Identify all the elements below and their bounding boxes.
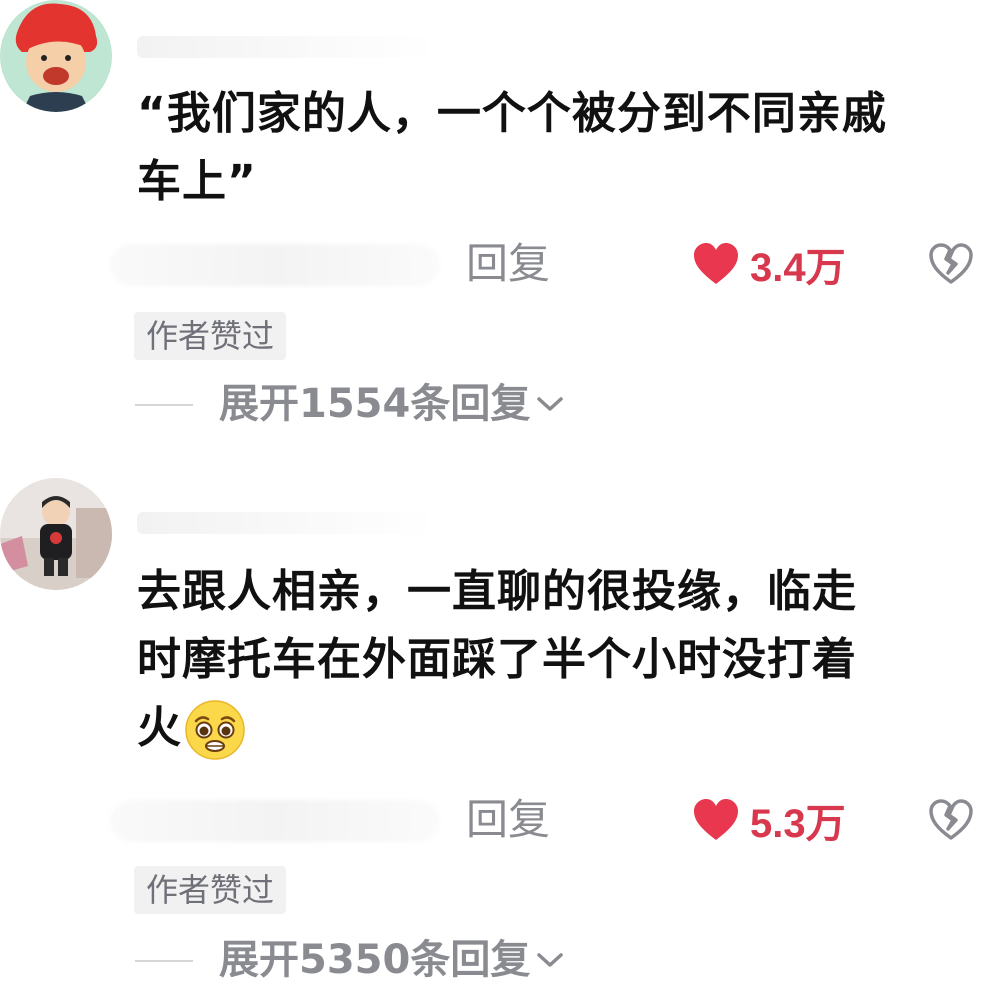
timestamp-redacted — [110, 244, 440, 286]
timestamp-redacted — [110, 800, 440, 842]
expand-replies-label: 展开5350条回复 — [219, 937, 531, 983]
broken-heart-icon[interactable] — [928, 798, 974, 842]
comment-text: “我们家的人，一个个被分到不同亲戚 车上” — [137, 80, 967, 216]
divider-line — [135, 404, 193, 406]
expand-replies-label: 展开1554条回复 — [219, 381, 531, 427]
like-count: 5.3万 — [750, 802, 846, 846]
heart-icon — [694, 243, 738, 284]
reply-button[interactable]: 回复 — [466, 236, 550, 292]
expand-replies-button[interactable]: 展开5350条回复 — [219, 930, 564, 990]
expand-replies-button[interactable]: 展开1554条回复 — [219, 374, 564, 434]
comment-meta-row: 回复 3.4万 — [0, 236, 992, 296]
chevron-down-icon — [537, 397, 564, 411]
broken-heart-icon[interactable] — [928, 242, 974, 286]
expand-replies[interactable]: 展开5350条回复 — [0, 930, 992, 990]
divider-line — [135, 960, 193, 962]
avatar[interactable] — [0, 0, 112, 112]
username-redacted[interactable] — [137, 36, 437, 58]
author-liked-badge: 作者赞过 — [134, 312, 287, 360]
chevron-down-icon — [537, 953, 564, 967]
comment-text-line: “我们家的人，一个个被分到不同亲戚 — [137, 88, 887, 139]
comment-meta-row: 回复 5.3万 — [0, 792, 992, 852]
author-liked-badge: 作者赞过 — [134, 866, 287, 914]
comment-text-line: 火 — [137, 694, 967, 762]
comment-text: 去跟人相亲，一直聊的很投缘，临走 时摩托车在外面踩了半个小时没打着 火 — [137, 558, 967, 762]
comment-text-line: 时摩托车在外面踩了半个小时没打着 — [137, 634, 857, 685]
comment-text-line: 车上” — [137, 156, 257, 207]
like-button[interactable]: 5.3万 — [692, 792, 846, 848]
comment-text-line: 去跟人相亲，一直聊的很投缘，临走 — [137, 566, 857, 617]
avatar[interactable] — [0, 478, 112, 590]
like-count: 3.4万 — [750, 246, 846, 290]
reply-button[interactable]: 回复 — [466, 792, 550, 848]
username-redacted[interactable] — [137, 512, 437, 534]
like-button[interactable]: 3.4万 — [692, 236, 846, 292]
expand-replies[interactable]: 展开1554条回复 — [0, 374, 992, 434]
heart-icon — [694, 799, 738, 840]
pleading-face-emoji — [185, 700, 245, 760]
